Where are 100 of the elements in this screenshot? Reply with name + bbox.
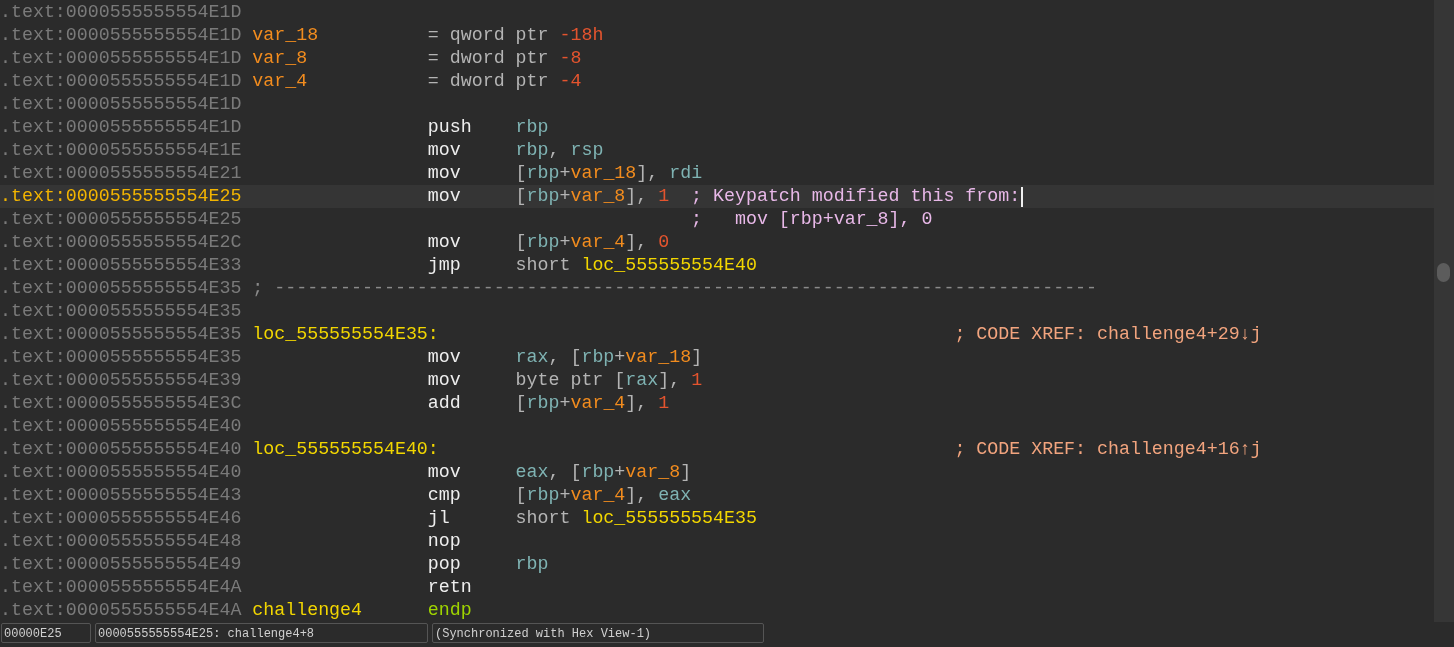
listing-row[interactable]: .text:0000555555554E35 mov rax, [rbp+var_18] xyxy=(0,346,1434,369)
address-text: .text:0000555555554E1D xyxy=(0,70,243,93)
mnemonic-text: mov xyxy=(427,232,461,252)
status-field: (Synchronized with Hex View-1) xyxy=(432,623,764,643)
listing-row[interactable]: .text:0000555555554E1E mov rbp, rsp xyxy=(0,139,1434,162)
comment-text: ; CODE XREF: challenge4+29↓j xyxy=(954,323,1262,346)
address-text: .text:0000555555554E21 xyxy=(0,162,243,185)
scrollbar-thumb[interactable] xyxy=(1437,263,1450,282)
mnemonic-text: = xyxy=(427,25,439,45)
address-text: .text:0000555555554E1D xyxy=(0,24,243,47)
address-text: .text:0000555555554E35 xyxy=(0,346,243,369)
listing-row[interactable]: .text:0000555555554E1D var_18 = qword ptr -18h xyxy=(0,24,1434,47)
mnemonic-text: push xyxy=(427,117,472,137)
listing-row[interactable]: .text:0000555555554E1D push rbp xyxy=(0,116,1434,139)
listing-row[interactable]: .text:0000555555554E1D var_8 = dword ptr -8 xyxy=(0,47,1434,70)
label-text[interactable]: var_8 xyxy=(252,48,308,68)
mnemonic-text: mov xyxy=(427,186,461,206)
label-text[interactable]: var_18 xyxy=(252,25,319,45)
operand-text: rbp xyxy=(515,554,549,574)
operand-text: byte ptr [rax], 1 xyxy=(515,370,703,390)
operand-text: [rbp+var_4], eax xyxy=(515,485,692,505)
listing-row[interactable]: .text:0000555555554E4A retn xyxy=(0,576,1434,599)
label-text[interactable]: var_4 xyxy=(252,71,308,91)
listing-row[interactable]: .text:0000555555554E3C add [rbp+var_4], 1 xyxy=(0,392,1434,415)
mnemonic-text: mov xyxy=(427,140,461,160)
address-text: .text:0000555555554E35 xyxy=(0,300,243,323)
listing-row[interactable]: .text:0000555555554E39 mov byte ptr [rax], 1 xyxy=(0,369,1434,392)
mnemonic-text: retn xyxy=(427,577,472,597)
operand-text: [rbp+var_4], 1 xyxy=(515,393,670,413)
operand-text: short loc_555555554E35 xyxy=(515,508,757,528)
address-text: .text:0000555555554E39 xyxy=(0,369,243,392)
vertical-scrollbar[interactable] xyxy=(1434,0,1454,622)
label-text[interactable]: loc_555555554E40: xyxy=(252,439,439,459)
comment-text: ; CODE XREF: challenge4+16↑j xyxy=(954,438,1262,461)
address-text: .text:0000555555554E48 xyxy=(0,530,243,553)
listing-row[interactable]: .text:0000555555554E43 cmp [rbp+var_4], eax xyxy=(0,484,1434,507)
mnemonic-text: = xyxy=(427,48,439,68)
comment-text: ; mov [rbp+var_8], 0 xyxy=(691,208,933,231)
listing-row[interactable]: .text:0000555555554E1D var_4 = dword ptr -4 xyxy=(0,70,1434,93)
status-field: 00000E25 xyxy=(1,623,91,643)
mnemonic-text: pop xyxy=(427,554,461,574)
mnemonic-text: endp xyxy=(427,600,472,620)
listing-row[interactable]: .text:0000555555554E46 jl short loc_555555554E35 xyxy=(0,507,1434,530)
mnemonic-text: mov xyxy=(427,370,461,390)
operand-text: dword ptr -8 xyxy=(449,48,582,68)
listing-row[interactable]: .text:0000555555554E40 mov eax, [rbp+var_8] xyxy=(0,461,1434,484)
operand-text: dword ptr -4 xyxy=(449,71,582,91)
listing-row[interactable]: .text:0000555555554E2C mov [rbp+var_4], 0 xyxy=(0,231,1434,254)
address-text: .text:0000555555554E4A xyxy=(0,576,243,599)
address-text: .text:0000555555554E25 xyxy=(0,208,243,231)
status-field: 0000555555554E25: challenge4+8 xyxy=(95,623,428,643)
operand-text: qword ptr -18h xyxy=(449,25,604,45)
operand-text: rbp xyxy=(515,117,549,137)
comment-text: ; Keypatch modified this from: xyxy=(691,185,1021,208)
address-text: .text:0000555555554E33 xyxy=(0,254,243,277)
mnemonic-text: mov xyxy=(427,347,461,367)
mnemonic-text: mov xyxy=(427,462,461,482)
mnemonic-text: jmp xyxy=(427,255,461,275)
listing-row[interactable]: .text:0000555555554E4A challenge4 endp xyxy=(0,599,1434,622)
address-text: .text:0000555555554E4A xyxy=(0,599,243,622)
operand-text: [rbp+var_8], 1 xyxy=(515,186,670,206)
address-text: .text:0000555555554E25 xyxy=(0,185,243,208)
mnemonic-text: nop xyxy=(427,531,461,551)
address-text: .text:0000555555554E40 xyxy=(0,438,243,461)
address-text: .text:0000555555554E46 xyxy=(0,507,243,530)
operand-text: rax, [rbp+var_18] xyxy=(515,347,703,367)
address-text: .text:0000555555554E43 xyxy=(0,484,243,507)
mnemonic-text: cmp xyxy=(427,485,461,505)
mnemonic-text: add xyxy=(427,393,461,413)
address-text: .text:0000555555554E40 xyxy=(0,461,243,484)
address-text: .text:0000555555554E35 xyxy=(0,323,243,346)
listing-row[interactable]: .text:0000555555554E33 jmp short loc_555555554E40 xyxy=(0,254,1434,277)
address-text: .text:0000555555554E3C xyxy=(0,392,243,415)
operand-text: short loc_555555554E40 xyxy=(515,255,757,275)
listing-row[interactable]: .text:0000555555554E40 loc_555555554E40: ; CODE XREF: challenge4+16↑j xyxy=(0,438,1434,461)
address-text: .text:0000555555554E1D xyxy=(0,47,243,70)
listing-row[interactable]: .text:0000555555554E49 pop rbp xyxy=(0,553,1434,576)
listing-row[interactable]: .text:0000555555554E21 mov [rbp+var_18], rdi xyxy=(0,162,1434,185)
mnemonic-text: jl xyxy=(427,508,450,528)
operand-text: eax, [rbp+var_8] xyxy=(515,462,692,482)
separator-comment: ; --------------------------------------------------------------------------- xyxy=(252,277,1098,300)
label-text[interactable]: challenge4 xyxy=(252,600,363,620)
address-text: .text:0000555555554E1E xyxy=(0,139,243,162)
address-text: .text:0000555555554E1D xyxy=(0,1,243,24)
address-text: .text:0000555555554E40 xyxy=(0,415,243,438)
mnemonic-text: mov xyxy=(427,163,461,183)
label-text[interactable]: loc_555555554E35: xyxy=(252,324,439,344)
text-cursor xyxy=(1021,186,1024,207)
operand-text: [rbp+var_18], rdi xyxy=(515,163,703,183)
listing-row[interactable]: .text:0000555555554E48 nop xyxy=(0,530,1434,553)
address-text: .text:0000555555554E49 xyxy=(0,553,243,576)
address-text: .text:0000555555554E35 xyxy=(0,277,243,300)
operand-text: [rbp+var_4], 0 xyxy=(515,232,670,252)
mnemonic-text: = xyxy=(427,71,439,91)
operand-text: rbp, rsp xyxy=(515,140,604,160)
listing-row[interactable]: .text:0000555555554E25 ; mov [rbp+var_8], 0 xyxy=(0,208,1434,231)
listing-row[interactable]: .text:0000555555554E35 ; --------------------------------------------------------------------------- xyxy=(0,277,1434,300)
address-text: .text:0000555555554E2C xyxy=(0,231,243,254)
listing-row[interactable]: .text:0000555555554E35 loc_555555554E35: ; CODE XREF: challenge4+29↓j xyxy=(0,323,1434,346)
listing-row[interactable]: .text:0000555555554E25 mov [rbp+var_8], 1 ; Keypatch modified this from: xyxy=(0,185,1434,208)
